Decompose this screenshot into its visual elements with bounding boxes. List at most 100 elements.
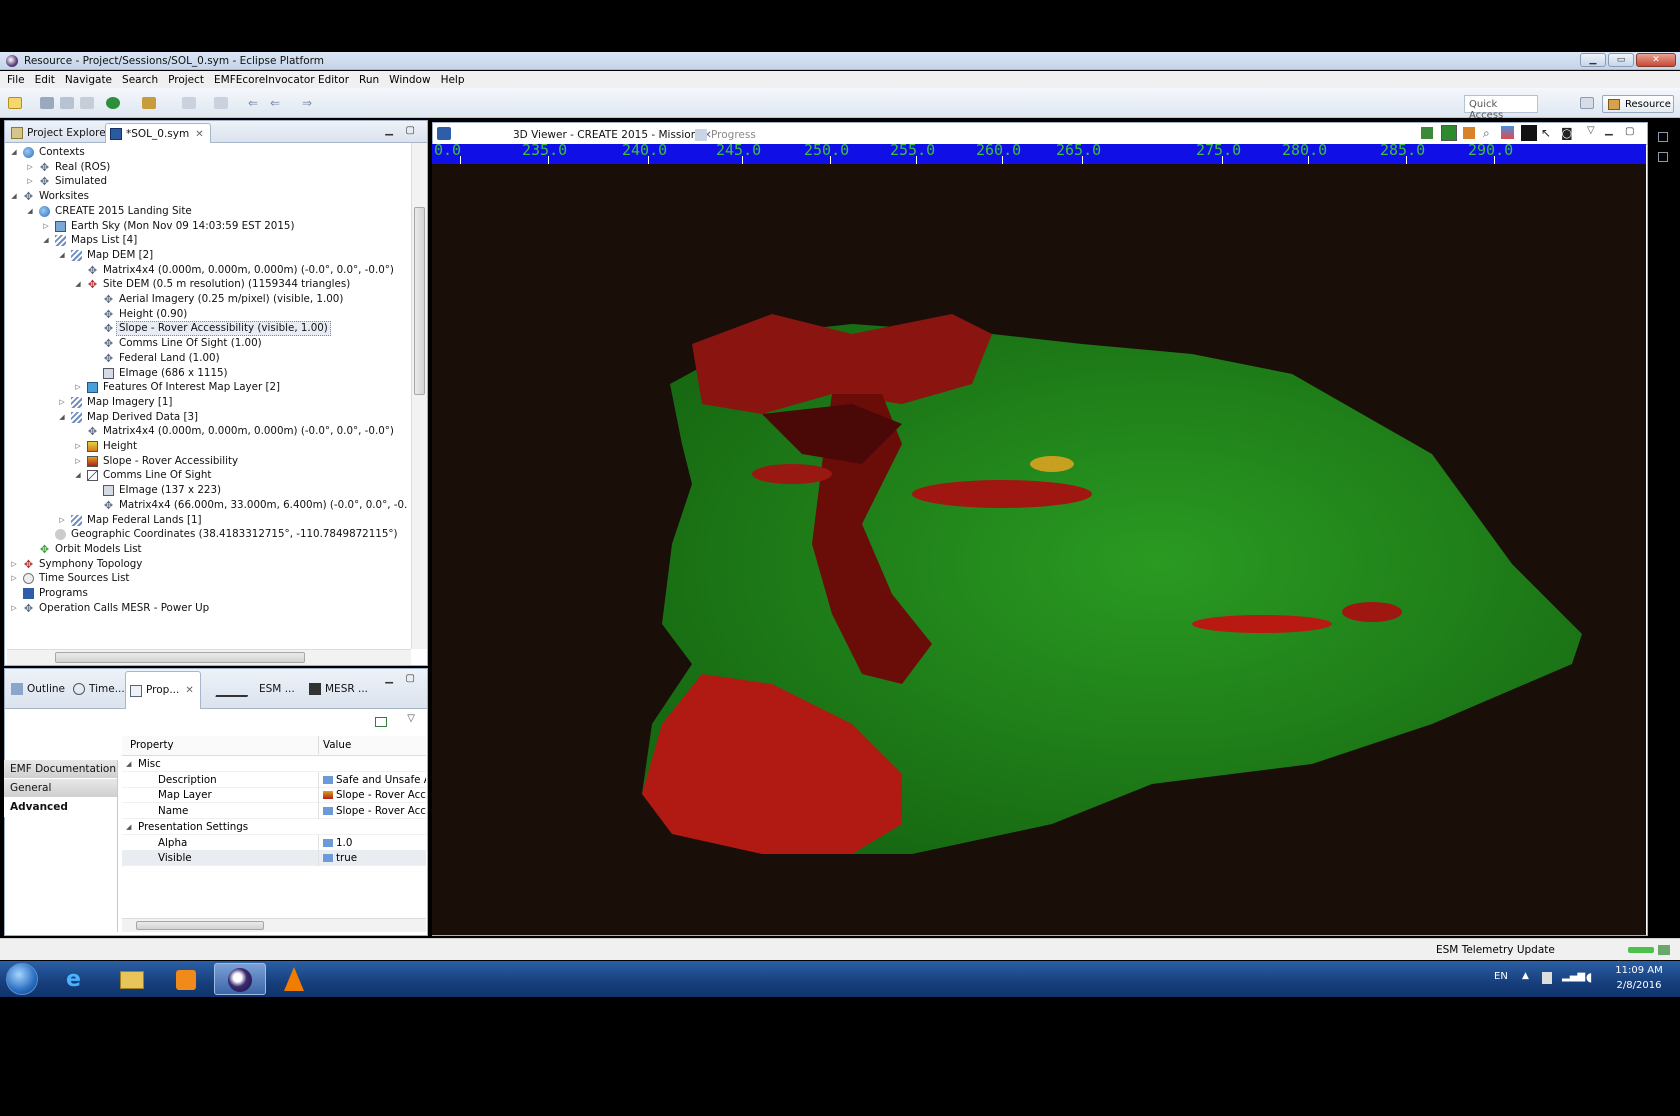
camera-view-icon[interactable] — [1501, 126, 1514, 139]
run-icon[interactable] — [106, 97, 120, 109]
property-row-misc-group[interactable]: ◢ Misc — [122, 756, 426, 772]
snapshot-icon[interactable]: ◙ — [1561, 126, 1573, 140]
tree-item-contexts[interactable]: ◢ Contexts — [7, 145, 407, 160]
property-row-alpha[interactable]: Alpha 1.0 — [122, 834, 426, 851]
tree-item-maps-list[interactable]: ◢ Maps List [4] — [7, 233, 407, 248]
progress-view-icon[interactable] — [1658, 945, 1670, 955]
viewer-minimize-icon[interactable]: ▁ — [1605, 125, 1613, 136]
network-icon[interactable]: ▂▄▆ — [1562, 971, 1585, 982]
close-properties-icon[interactable]: ✕ — [185, 685, 193, 696]
tree-item-height-derived[interactable]: ▷ Height — [7, 439, 407, 454]
menu-help[interactable]: Help — [438, 74, 472, 86]
tree-item-operation-calls-mesr[interactable]: ▷ ✥ Operation Calls MESR - Power Up — [7, 601, 407, 616]
tree-item-matrix-dem[interactable]: ✥ Matrix4x4 (0.000m, 0.000m, 0.000m) (-0.… — [7, 263, 407, 278]
restore-side-icon[interactable] — [1658, 132, 1668, 142]
group-toggle-icon[interactable]: ◢ — [126, 819, 131, 835]
taskbar-ie[interactable]: e — [52, 963, 104, 995]
tree-item-orbit-models-list[interactable]: ✥ Orbit Models List — [7, 542, 407, 557]
tab-sol-file[interactable]: *SOL_0.sym ✕ — [105, 123, 211, 143]
expand-toggle-icon[interactable]: ▷ — [57, 395, 67, 410]
taskbar-eclipse[interactable] — [214, 963, 266, 995]
tree-item-map-imagery[interactable]: ▷ Map Imagery [1] — [7, 395, 407, 410]
cursor-icon[interactable]: ↖ — [1541, 126, 1551, 140]
tray-device-icon[interactable] — [1542, 972, 1552, 984]
maximize-bottom-icon[interactable]: ▢ — [406, 673, 415, 684]
maximize-pane-icon[interactable]: ▢ — [406, 125, 415, 136]
property-row-map-layer[interactable]: Map Layer Slope - Rover Acces — [122, 787, 426, 804]
zoom-icon[interactable]: ⌕ — [1483, 126, 1490, 141]
tree-scroll-thumb[interactable] — [414, 207, 425, 395]
category-emf-documentation[interactable]: EMF Documentation — [4, 760, 117, 779]
save-all-icon[interactable] — [60, 97, 74, 109]
expand-toggle-icon[interactable]: ▷ — [25, 160, 35, 175]
volume-icon[interactable]: ◖ — [1586, 970, 1592, 984]
expand-toggle-icon[interactable]: ▷ — [73, 439, 83, 454]
start-button[interactable] — [6, 963, 38, 995]
tree-item-eimage-686[interactable]: EImage (686 x 1115) — [7, 366, 407, 381]
category-advanced[interactable]: Advanced — [4, 798, 117, 817]
open-perspective-icon[interactable] — [1580, 97, 1594, 109]
menu-run[interactable]: Run — [356, 74, 386, 86]
tree-item-matrix-comms[interactable]: ✥ Matrix4x4 (66.000m, 33.000m, 6.400m) (-… — [7, 498, 407, 513]
tree-item-comms-derived[interactable]: ◢ Comms Line Of Sight — [7, 468, 407, 483]
tree-item-worksites[interactable]: ◢ ✥ Worksites — [7, 189, 407, 204]
viewer-menu-icon[interactable]: ▽ — [1587, 125, 1595, 136]
tree-item-create-2015-landing-site[interactable]: ◢ CREATE 2015 Landing Site — [7, 204, 407, 219]
new-icon[interactable] — [8, 97, 22, 109]
collapse-toggle-icon[interactable]: ◢ — [73, 468, 83, 483]
prev-icon[interactable]: ⇐ — [270, 97, 284, 109]
expand-toggle-icon[interactable]: ▷ — [73, 380, 83, 395]
heading-compass-bar[interactable]: 0.0 235.0 240.0 245.0 250.0 255.0 260.0 265.0 27… — [432, 144, 1646, 164]
back-icon[interactable]: ⇐ — [248, 97, 262, 109]
minimize-bottom-icon[interactable]: ▁ — [385, 673, 393, 684]
layers-icon[interactable] — [1441, 125, 1457, 141]
restore-button[interactable]: ▭ — [1608, 53, 1634, 67]
value-column-header[interactable]: Value — [318, 736, 426, 754]
forward-icon[interactable]: ⇒ — [302, 97, 316, 109]
tree-item-map-dem[interactable]: ◢ Map DEM [2] — [7, 248, 407, 263]
group-toggle-icon[interactable]: ◢ — [126, 756, 131, 772]
expand-toggle-icon[interactable]: ▷ — [25, 174, 35, 189]
property-row-name[interactable]: Name Slope - Rover Acces — [122, 803, 426, 820]
collapse-toggle-icon[interactable]: ◢ — [57, 248, 67, 263]
property-value[interactable]: Slope - Rover Acces — [318, 803, 426, 820]
tree-item-time-sources-list[interactable]: ▷ Time Sources List — [7, 571, 407, 586]
pin-icon[interactable] — [375, 717, 387, 727]
tab-properties[interactable]: Prop... ✕ — [125, 671, 201, 709]
tree-item-comms-line-of-sight[interactable]: ✥ Comms Line Of Sight (1.00) — [7, 336, 407, 351]
tree-item-aerial-imagery[interactable]: ✥ Aerial Imagery (0.25 m/pixel) (visible,… — [7, 292, 407, 307]
collapse-toggle-icon[interactable]: ◢ — [73, 277, 83, 292]
menu-window[interactable]: Window — [386, 74, 437, 86]
tree-item-map-federal-lands[interactable]: ▷ Map Federal Lands [1] — [7, 513, 407, 528]
tab-project-explorer[interactable]: Project Explorer — [7, 123, 116, 143]
collapse-toggle-icon[interactable]: ◢ — [41, 233, 51, 248]
taskbar-media[interactable] — [160, 963, 212, 995]
property-column-header[interactable]: Property — [130, 736, 174, 754]
tab-outline[interactable]: Outline — [7, 679, 71, 699]
expand-toggle-icon[interactable]: ▷ — [9, 571, 19, 586]
resource-perspective-button[interactable]: Resource — [1602, 95, 1674, 113]
wand-icon[interactable] — [142, 97, 156, 109]
open-task-icon[interactable] — [214, 97, 228, 109]
tab-3d-viewer[interactable]: 3D Viewer - CREATE 2015 - Mission ✕ — [493, 125, 718, 145]
collapse-toggle-icon[interactable]: ◢ — [9, 189, 19, 204]
property-value[interactable]: 1.0 — [318, 834, 426, 851]
tree-item-earth-sky[interactable]: ▷ Earth Sky (Mon Nov 09 14:03:59 EST 2015… — [7, 219, 407, 234]
tree-item-slope-derived[interactable]: ▷ Slope - Rover Accessibility — [7, 454, 407, 469]
property-value[interactable]: Safe and Unsafe Are — [318, 771, 426, 788]
collapse-toggle-icon[interactable]: ◢ — [57, 410, 67, 425]
clock-time[interactable]: 11:09 AM — [1612, 965, 1666, 976]
collapse-toggle-icon[interactable]: ◢ — [25, 204, 35, 219]
tree-item-map-derived-data[interactable]: ◢ Map Derived Data [3] — [7, 410, 407, 425]
tree-item-symphony-topology[interactable]: ▷ ✥ Symphony Topology — [7, 557, 407, 572]
expand-toggle-icon[interactable]: ▷ — [9, 557, 19, 572]
property-hscroll-thumb[interactable] — [136, 921, 264, 930]
side-view-icon[interactable] — [1658, 152, 1668, 162]
export-icon[interactable] — [1421, 127, 1433, 139]
expand-toggle-icon[interactable]: ▷ — [73, 454, 83, 469]
tree-item-matrix-derived[interactable]: ✥ Matrix4x4 (0.000m, 0.000m, 0.000m) (-0.… — [7, 424, 407, 439]
grid-icon[interactable] — [1521, 125, 1537, 141]
tree-item-geographic-coordinates[interactable]: Geographic Coordinates (38.4183312715°, … — [7, 527, 407, 542]
save-icon[interactable] — [40, 97, 54, 109]
terrain-3d-viewport[interactable]: 0.0 235.0 240.0 245.0 250.0 255.0 260.0 265.0 27… — [432, 144, 1646, 935]
